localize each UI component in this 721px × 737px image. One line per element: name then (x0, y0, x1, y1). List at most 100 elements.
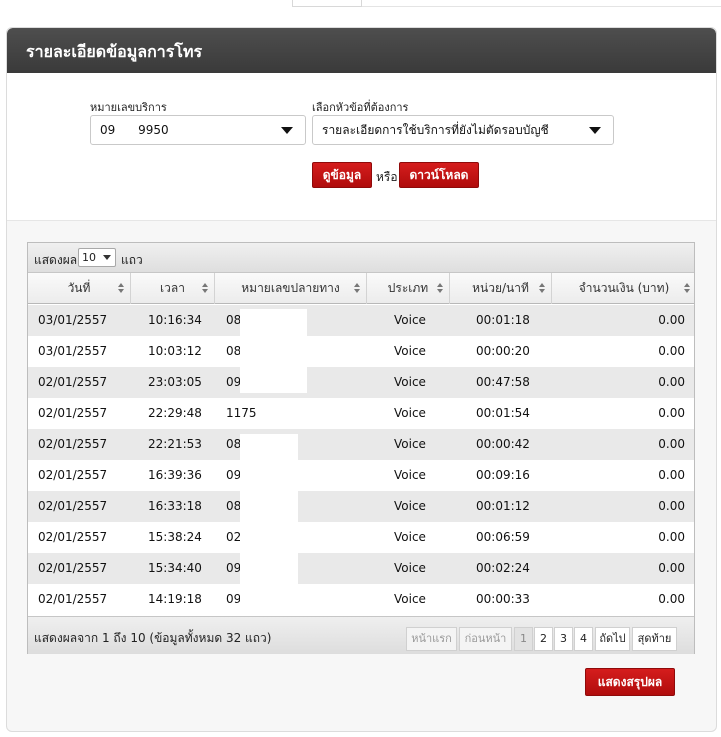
cell-date: 02/01/2557 (38, 437, 108, 451)
column-header-duration[interactable]: หน่วย/นาที (450, 273, 552, 304)
panel-title: รายละเอียดข้อมูลการโทร (26, 42, 203, 61)
show-summary-button[interactable]: แสดงสรุปผล (585, 668, 675, 696)
pagination-page-2[interactable]: 2 (534, 627, 553, 651)
page-length-select[interactable]: 10 (78, 248, 116, 267)
phone-number-select[interactable]: 09 9950 (90, 115, 306, 145)
cell-time: 10:16:34 (148, 313, 202, 327)
call-detail-table: แสดงผล 10 แถว วันที่ เวลา หมายเลขปลายทาง… (27, 242, 695, 654)
cell-duration: 00:09:16 (476, 468, 530, 482)
table-row: 02/01/2557 15:34:40 09 Voice 00:02:24 0.… (28, 553, 694, 584)
column-header-destination[interactable]: หมายเลขปลายทาง (215, 273, 367, 304)
cell-destination: 08 (226, 313, 242, 327)
top-divider (362, 6, 721, 7)
pagination-next[interactable]: ถัดไป (595, 627, 630, 651)
cell-amount: 0.00 (658, 592, 685, 606)
cell-date: 02/01/2557 (38, 468, 108, 482)
cell-type: Voice (394, 561, 426, 575)
cell-duration: 00:00:33 (476, 592, 530, 606)
pagination-first[interactable]: หน้าแรก (406, 627, 457, 651)
cell-destination: 02 (226, 530, 242, 544)
cell-duration: 00:00:20 (476, 344, 530, 358)
pagination-previous[interactable]: ก่อนหน้า (459, 627, 512, 651)
cell-time: 22:29:48 (148, 406, 202, 420)
or-label: หรือ (376, 170, 398, 184)
column-header-type[interactable]: ประเภท (367, 273, 450, 304)
column-header-label: ประเภท (387, 281, 429, 295)
topic-value: รายละเอียดการใช้บริการที่ยังไม่ตัดรอบบัญ… (322, 123, 549, 137)
column-header-label: หน่วย/นาที (472, 281, 529, 295)
cell-destination: 09 (226, 375, 242, 389)
pagination-page-4[interactable]: 4 (574, 627, 593, 651)
cell-type: Voice (394, 499, 426, 513)
cell-time: 16:33:18 (148, 499, 202, 513)
cell-amount: 0.00 (658, 406, 685, 420)
cell-amount: 0.00 (658, 313, 685, 327)
cell-type: Voice (394, 406, 426, 420)
pagination-page-3[interactable]: 3 (554, 627, 573, 651)
cell-amount: 0.00 (658, 561, 685, 575)
cell-time: 16:39:36 (148, 468, 202, 482)
table-row: 02/01/2557 15:38:24 02 Voice 00:06:59 0.… (28, 522, 694, 553)
sort-icon (354, 283, 361, 294)
page-length-value: 10 (82, 251, 96, 264)
table-footer: แสดงผลจาก 1 ถึง 10 (ข้อมูลทั้งหมด 32 แถว… (28, 616, 694, 654)
sort-icon (118, 283, 125, 294)
cell-type: Voice (394, 530, 426, 544)
column-header-label: เวลา (160, 281, 185, 295)
column-header-date[interactable]: วันที่ (28, 273, 131, 304)
column-header-time[interactable]: เวลา (131, 273, 215, 304)
cell-time: 10:03:12 (148, 344, 202, 358)
cell-duration: 00:01:12 (476, 499, 530, 513)
cell-destination: 1175 (226, 406, 257, 420)
download-button[interactable]: ดาวน์โหลด (399, 162, 479, 188)
sort-icon (437, 283, 444, 294)
table-row: 02/01/2557 14:19:18 09 Voice 00:00:33 0.… (28, 584, 694, 615)
cell-duration: 00:01:54 (476, 406, 530, 420)
column-header-label: หมายเลขปลายทาง (241, 281, 340, 295)
table-row: 02/01/2557 23:03:05 09 Voice 00:47:58 0.… (28, 367, 694, 398)
chevron-down-icon (103, 255, 111, 260)
cell-type: Voice (394, 437, 426, 451)
redaction-box (240, 434, 298, 609)
sort-icon (202, 283, 209, 294)
panel-header: รายละเอียดข้อมูลการโทร (7, 28, 716, 73)
rows-label: แถว (121, 253, 143, 267)
cell-duration: 00:01:18 (476, 313, 530, 327)
pagination-last[interactable]: สุดท้าย (632, 627, 677, 651)
cell-amount: 0.00 (658, 499, 685, 513)
top-tab[interactable] (292, 0, 362, 7)
chevron-down-icon (589, 127, 601, 134)
cell-date: 02/01/2557 (38, 561, 108, 575)
redaction-box (240, 309, 307, 393)
cell-destination: 09 (226, 468, 242, 482)
sort-icon (684, 283, 691, 294)
table-row: 02/01/2557 22:21:53 08 Voice 00:00:42 0.… (28, 429, 694, 460)
cell-destination: 08 (226, 499, 242, 513)
table-row: 02/01/2557 16:39:36 09 Voice 00:09:16 0.… (28, 460, 694, 491)
cell-amount: 0.00 (658, 468, 685, 482)
cell-date: 03/01/2557 (38, 313, 108, 327)
cell-date: 02/01/2557 (38, 592, 108, 606)
cell-time: 23:03:05 (148, 375, 202, 389)
table-row: 02/01/2557 16:33:18 08 Voice 00:01:12 0.… (28, 491, 694, 522)
phone-number-value: 09 9950 (100, 123, 169, 137)
show-label: แสดงผล (34, 253, 78, 267)
cell-destination: 09 (226, 561, 242, 575)
table-row: 03/01/2557 10:16:34 08 Voice 00:01:18 0.… (28, 305, 694, 336)
cell-date: 02/01/2557 (38, 499, 108, 513)
cell-amount: 0.00 (658, 344, 685, 358)
cell-time: 15:34:40 (148, 561, 202, 575)
cell-type: Voice (394, 344, 426, 358)
cell-type: Voice (394, 313, 426, 327)
topic-select[interactable]: รายละเอียดการใช้บริการที่ยังไม่ตัดรอบบัญ… (312, 115, 614, 145)
column-header-amount[interactable]: จำนวนเงิน (บาท) (552, 273, 696, 304)
column-header-label: วันที่ (67, 281, 91, 295)
cell-duration: 00:47:58 (476, 375, 530, 389)
cell-date: 02/01/2557 (38, 375, 108, 389)
pagination-page-1[interactable]: 1 (514, 627, 533, 651)
cell-destination: 08 (226, 344, 242, 358)
table-row: 03/01/2557 10:03:12 08 Voice 00:00:20 0.… (28, 336, 694, 367)
cell-type: Voice (394, 375, 426, 389)
table-toolbar: แสดงผล 10 แถว (28, 243, 694, 273)
view-data-button[interactable]: ดูข้อมูล (312, 162, 372, 188)
